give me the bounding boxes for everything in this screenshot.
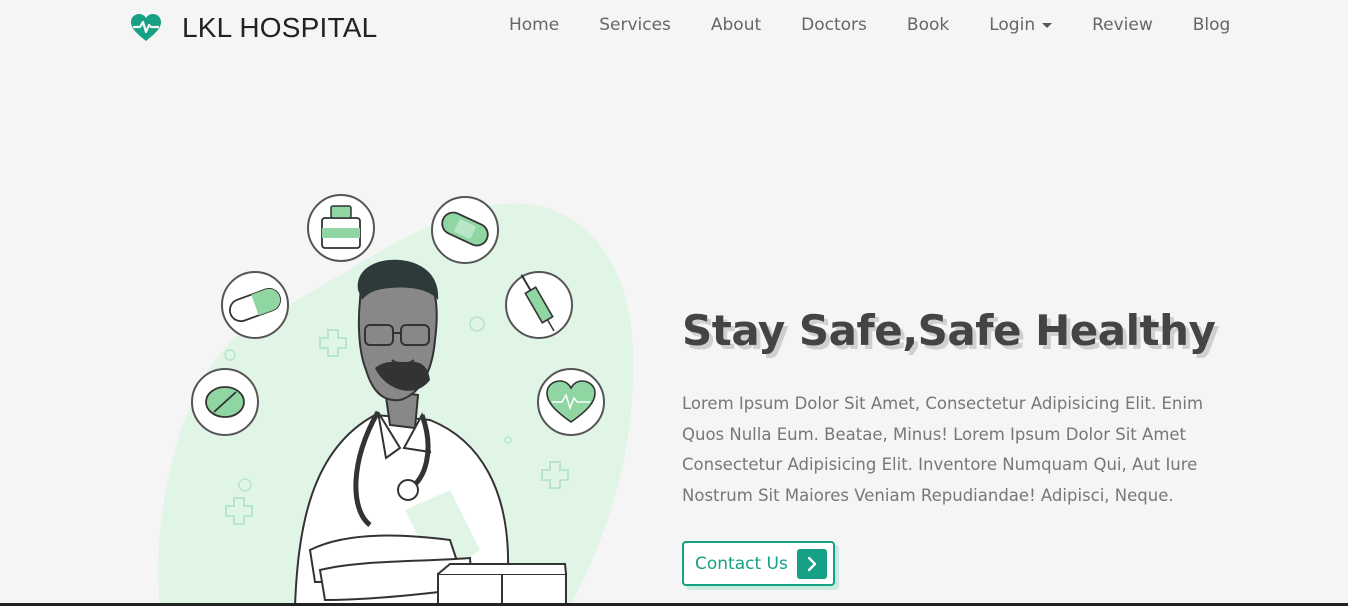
brand-name: LKL HOSPITAL bbox=[182, 12, 378, 43]
box-shape bbox=[437, 563, 567, 606]
nav-review[interactable]: Review bbox=[1092, 15, 1153, 35]
nav-login-label: Login bbox=[989, 15, 1036, 35]
caret-down-icon bbox=[1042, 22, 1053, 28]
contact-us-label: Contact Us bbox=[695, 553, 788, 574]
brand-logo-link[interactable]: LKL HOSPITAL bbox=[130, 10, 377, 46]
hero-description: Lorem Ipsum Dolor Sit Amet, Consectetur … bbox=[682, 394, 1204, 505]
bandage-icon bbox=[431, 196, 499, 264]
medicine-bottle-icon bbox=[307, 194, 375, 262]
chevron-right-icon bbox=[797, 549, 827, 579]
nav-login-dropdown[interactable]: Login bbox=[989, 15, 1053, 35]
nav-home[interactable]: Home bbox=[509, 15, 559, 35]
heart-monitor-icon bbox=[537, 368, 605, 436]
nav-services[interactable]: Services bbox=[599, 15, 671, 35]
doctor-illustration bbox=[158, 194, 634, 606]
main-nav: Home Services About Doctors Book Login R… bbox=[509, 15, 1230, 35]
site-header: LKL HOSPITAL Home Services About Doctors… bbox=[0, 0, 1348, 56]
hero-title: Stay Safe,Safe Healthy bbox=[682, 306, 1216, 355]
pill-tablet-icon bbox=[191, 368, 259, 436]
heartbeat-icon bbox=[131, 14, 161, 41]
contact-us-button[interactable]: Contact Us bbox=[682, 541, 835, 586]
syringe-icon bbox=[505, 271, 573, 339]
nav-blog[interactable]: Blog bbox=[1193, 15, 1231, 35]
capsule-icon bbox=[221, 271, 289, 339]
nav-doctors[interactable]: Doctors bbox=[801, 15, 867, 35]
nav-book[interactable]: Book bbox=[907, 15, 949, 35]
nav-about[interactable]: About bbox=[711, 15, 761, 35]
